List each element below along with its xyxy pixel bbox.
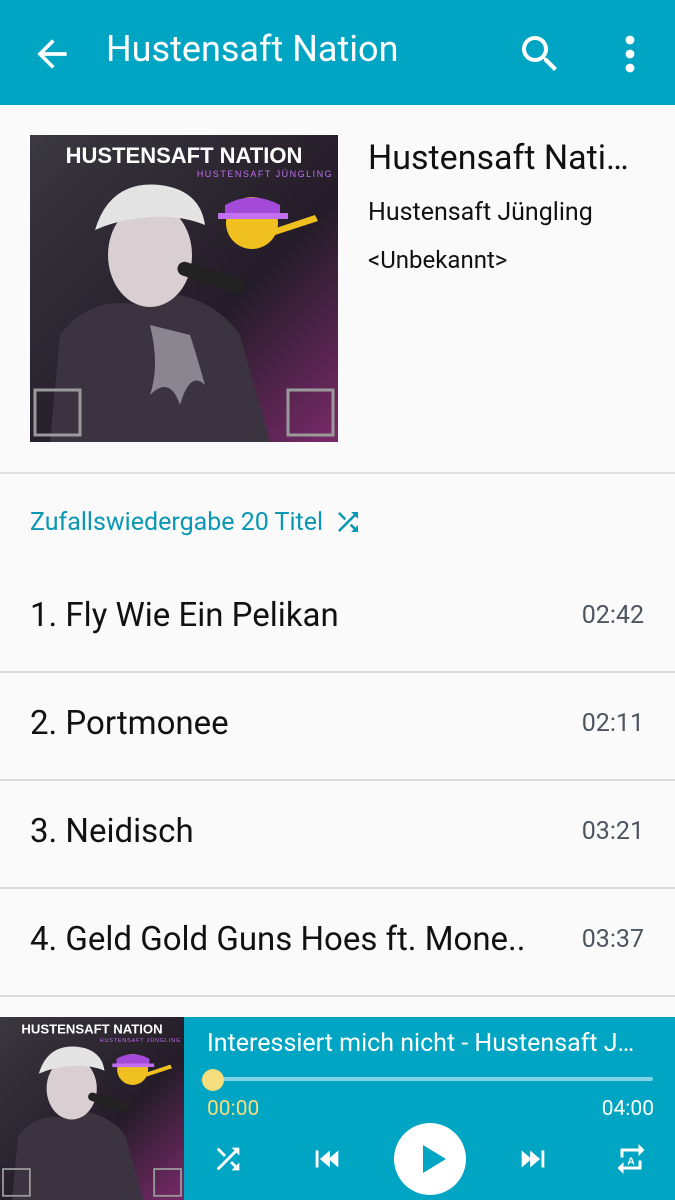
track-title: 3. Neidisch — [30, 812, 194, 851]
arrow-back-icon[interactable] — [30, 32, 74, 76]
track-row[interactable]: 4. Geld Gold Guns Hoes ft. Mone.. 03:37 — [0, 890, 675, 997]
player-album-thumb[interactable]: HUSTENSAFT NATION HUSTENSAFT JÜNGLING — [0, 1017, 184, 1200]
elapsed-time: 00:00 — [207, 1097, 260, 1121]
total-time: 04:00 — [601, 1097, 654, 1121]
track-row[interactable]: 2. Portmonee 02:11 — [0, 674, 675, 781]
album-cover: HUSTENSAFT NATION HUSTENSAFT JÜNGLING — [30, 135, 338, 442]
thumb-cover-title-text: HUSTENSAFT NATION — [21, 1022, 162, 1037]
track-duration: 02:11 — [581, 709, 644, 738]
app-bar: Hustensaft Nation — [0, 0, 675, 105]
shuffle-all-button[interactable]: Zufallswiedergabe 20 Titel — [30, 502, 363, 542]
skip-previous-icon[interactable] — [309, 1142, 345, 1176]
seek-bar[interactable] — [213, 1077, 653, 1081]
cover-title-text: HUSTENSAFT NATION — [66, 143, 303, 168]
album-title: Hustensaft Nati… — [368, 138, 629, 178]
page-title: Hustensaft Nation — [106, 28, 399, 70]
play-icon — [423, 1145, 446, 1173]
shuffle-icon[interactable] — [211, 1142, 245, 1176]
now-playing-title: Interessiert mich nicht - Hustensaft J… — [207, 1029, 635, 1058]
skip-next-icon[interactable] — [515, 1142, 551, 1176]
track-title: 4. Geld Gold Guns Hoes ft. Mone.. — [30, 920, 526, 959]
track-title: 1. Fly Wie Ein Pelikan — [30, 596, 339, 635]
cover-subtitle-text: HUSTENSAFT JÜNGLING — [197, 169, 333, 179]
track-duration: 02:42 — [581, 601, 644, 630]
repeat-icon[interactable]: A — [613, 1141, 649, 1177]
track-duration: 03:37 — [581, 925, 644, 954]
thumb-cover-subtitle-text: HUSTENSAFT JÜNGLING — [100, 1037, 181, 1044]
seek-handle[interactable] — [202, 1069, 224, 1091]
mini-player[interactable]: HUSTENSAFT NATION HUSTENSAFT JÜNGLING In… — [0, 1017, 675, 1200]
album-artist: Hustensaft Jüngling — [368, 198, 593, 227]
search-icon[interactable] — [516, 30, 564, 78]
shuffle-icon — [338, 512, 359, 532]
divider — [0, 472, 675, 474]
track-duration: 03:21 — [581, 817, 644, 846]
shuffle-all-label: Zufallswiedergabe 20 Titel — [30, 507, 324, 537]
svg-text:A: A — [627, 1155, 635, 1167]
play-button[interactable] — [394, 1123, 466, 1195]
more-vert-icon[interactable] — [612, 30, 648, 78]
track-row[interactable]: 3. Neidisch 03:21 — [0, 782, 675, 889]
track-row[interactable]: 1. Fly Wie Ein Pelikan 02:42 — [0, 566, 675, 673]
track-title: 2. Portmonee — [30, 704, 229, 743]
album-year: <Unbekannt> — [368, 246, 508, 274]
